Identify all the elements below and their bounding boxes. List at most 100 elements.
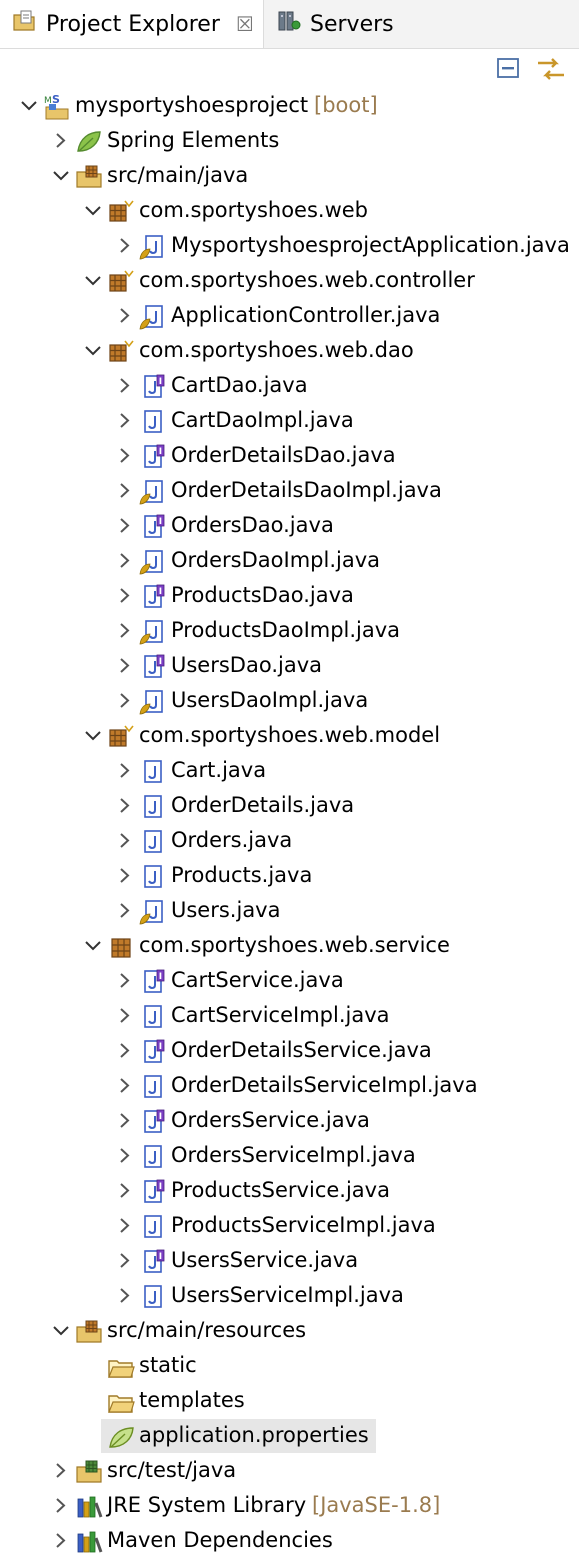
java-class-icon [139,1213,165,1239]
chevron-down-icon[interactable] [50,158,72,193]
chevron-down-icon[interactable] [82,928,104,963]
chevron-down-icon[interactable] [18,88,40,123]
java-interface-icon: I [139,1178,165,1204]
chevron-right-icon[interactable] [114,1278,136,1313]
tree-item[interactable]: UsersDaoImpl.java [0,683,579,718]
chevron-right-icon[interactable] [50,123,72,158]
tree-item[interactable]: Maven Dependencies [0,1523,579,1558]
chevron-right-icon[interactable] [114,403,136,438]
chevron-right-icon[interactable] [114,368,136,403]
tree-item[interactable]: I UsersService.java [0,1243,579,1278]
chevron-right-icon[interactable] [114,298,136,333]
tree-item-label: Orders.java [171,828,293,852]
tree-item[interactable]: Cart.java [0,753,579,788]
chevron-right-icon[interactable] [114,753,136,788]
chevron-right-icon[interactable] [114,1208,136,1243]
chevron-right-icon[interactable] [114,508,136,543]
chevron-right-icon[interactable] [114,438,136,473]
tree-item[interactable]: Spring Elements [0,123,579,158]
tree-item[interactable]: I OrdersService.java [0,1103,579,1138]
tree-item[interactable]: I ProductsService.java [0,1173,579,1208]
tree-item[interactable]: src/main/java [0,158,579,193]
tree-item[interactable]: OrderDetailsServiceImpl.java [0,1068,579,1103]
link-with-editor-icon[interactable] [535,54,567,88]
tree-item[interactable]: I ProductsDao.java [0,578,579,613]
tree-item[interactable]: MysportyshoesprojectApplication.java [0,228,579,263]
chevron-right-icon[interactable] [114,473,136,508]
tree-item[interactable]: src/test/java [0,1453,579,1488]
tree-item[interactable]: I OrderDetailsService.java [0,1033,579,1068]
java-interface-icon: I [139,653,165,679]
tree-item[interactable]: I OrderDetailsDao.java [0,438,579,473]
chevron-right-icon[interactable] [114,858,136,893]
chevron-right-icon[interactable] [114,1243,136,1278]
tree-item[interactable]: ProductsDaoImpl.java [0,613,579,648]
tree-item[interactable]: ProductsServiceImpl.java [0,1208,579,1243]
tab-project-explorer[interactable]: Project Explorer ☒ [0,0,264,48]
tree-item[interactable]: CartServiceImpl.java [0,998,579,1033]
chevron-right-icon[interactable] [114,578,136,613]
chevron-right-icon[interactable] [114,1103,136,1138]
tree-item[interactable]: JRE System Library [JavaSE-1.8] [0,1488,579,1523]
chevron-right-icon[interactable] [50,1488,72,1523]
java-class-icon [139,863,165,889]
chevron-right-icon[interactable] [114,963,136,998]
tree-item[interactable]: src/main/resources [0,1313,579,1348]
tree-item[interactable]: static [0,1348,579,1383]
close-icon[interactable]: ☒ [236,12,254,36]
tree-item[interactable]: com.sportyshoes.web.controller [0,263,579,298]
tree-item[interactable]: com.sportyshoes.web.model [0,718,579,753]
source-folder-icon [75,163,102,189]
tree-item[interactable]: templates [0,1383,579,1418]
tree-item[interactable]: com.sportyshoes.web [0,193,579,228]
chevron-right-icon[interactable] [114,613,136,648]
tree-item-label: OrderDetailsDaoImpl.java [171,478,442,502]
tree-item[interactable]: M Smysportyshoesproject [boot] [0,88,579,123]
chevron-down-icon[interactable] [82,718,104,753]
tree-item[interactable]: Orders.java [0,823,579,858]
tree-item[interactable]: ApplicationController.java [0,298,579,333]
chevron-down-icon[interactable] [50,1313,72,1348]
tree-item[interactable]: com.sportyshoes.web.dao [0,333,579,368]
tree-item[interactable]: OrdersServiceImpl.java [0,1138,579,1173]
tree-item-label: OrderDetailsServiceImpl.java [171,1073,478,1097]
tree-item[interactable]: OrderDetails.java [0,788,579,823]
chevron-right-icon[interactable] [114,228,136,263]
tree-item[interactable]: Products.java [0,858,579,893]
chevron-right-icon[interactable] [114,1138,136,1173]
chevron-down-icon[interactable] [82,193,104,228]
tree-item-label: OrderDetails.java [171,793,355,817]
java-interface-icon: I [139,443,165,469]
tree-item[interactable]: OrderDetailsDaoImpl.java [0,473,579,508]
tree-item[interactable]: I CartService.java [0,963,579,998]
chevron-down-icon[interactable] [82,333,104,368]
chevron-right-icon[interactable] [114,1068,136,1103]
tree-item[interactable]: UsersServiceImpl.java [0,1278,579,1313]
tree-item[interactable]: com.sportyshoes.web.service [0,928,579,963]
tree-item[interactable]: CartDaoImpl.java [0,403,579,438]
package-icon [107,338,134,364]
chevron-down-icon[interactable] [82,263,104,298]
tree-item[interactable]: application.properties [0,1418,579,1453]
chevron-right-icon[interactable] [114,998,136,1033]
tree-item[interactable]: I CartDao.java [0,368,579,403]
chevron-right-icon[interactable] [114,1033,136,1068]
chevron-right-icon[interactable] [114,648,136,683]
tree-item-label: CartService.java [171,968,344,992]
chevron-right-icon[interactable] [114,788,136,823]
tab-servers[interactable]: Servers [264,0,394,48]
chevron-right-icon[interactable] [114,893,136,928]
chevron-right-icon[interactable] [114,683,136,718]
chevron-right-icon[interactable] [114,1173,136,1208]
chevron-right-icon[interactable] [114,823,136,858]
tree-item[interactable]: I UsersDao.java [0,648,579,683]
collapse-all-icon[interactable] [494,54,522,86]
tree-item-label: Products.java [171,863,313,887]
tree-item[interactable]: Users.java [0,893,579,928]
chevron-right-icon[interactable] [50,1453,72,1488]
tree-item[interactable]: OrdersDaoImpl.java [0,543,579,578]
chevron-right-icon[interactable] [114,543,136,578]
java-class-spring-icon [139,898,165,925]
tree-item[interactable]: I OrdersDao.java [0,508,579,543]
chevron-right-icon[interactable] [50,1523,72,1558]
